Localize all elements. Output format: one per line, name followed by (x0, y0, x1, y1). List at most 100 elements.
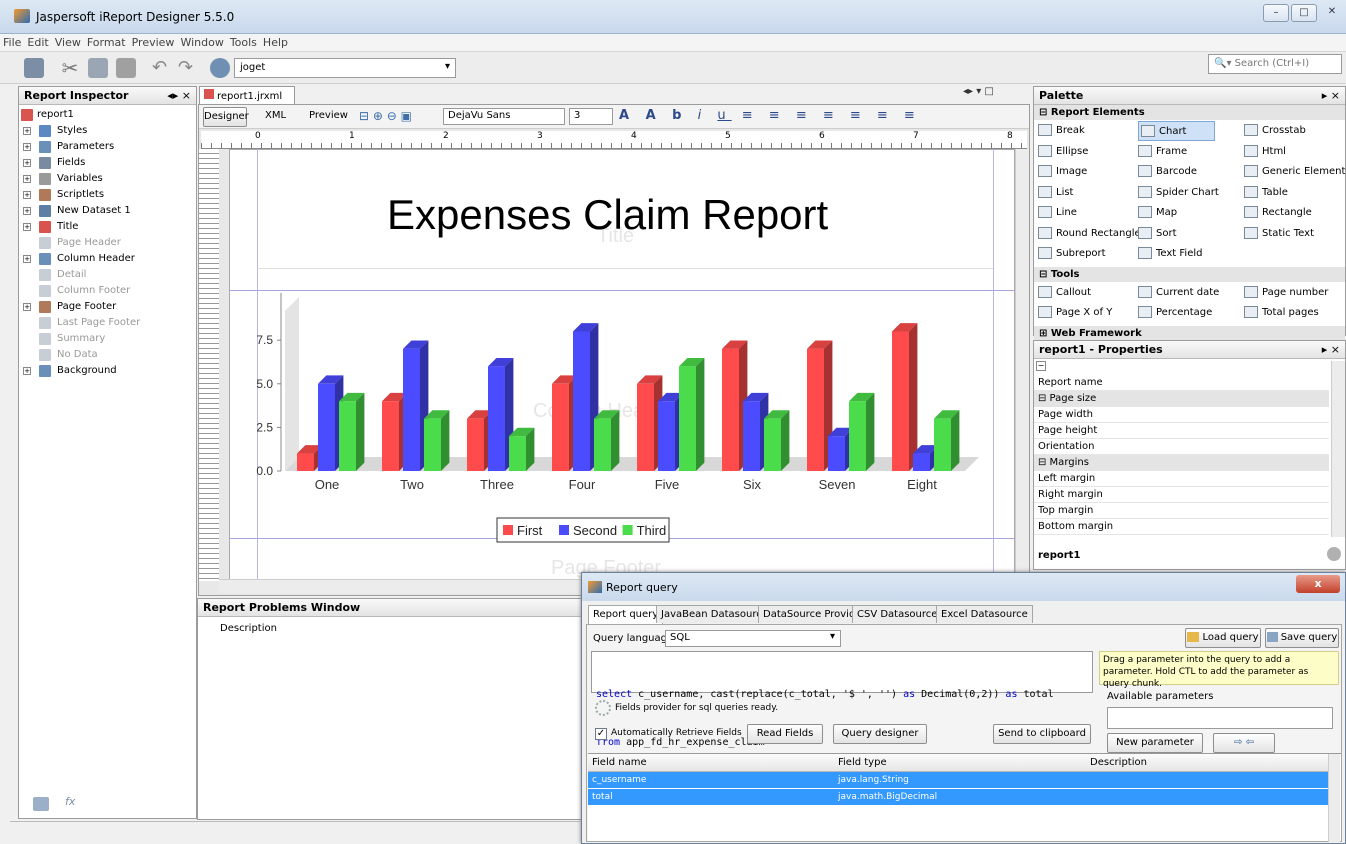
cut-icon[interactable]: ✂ (60, 58, 80, 78)
property-report-name[interactable]: Report name (1034, 375, 1329, 391)
inspector-item-background[interactable]: + Background (19, 363, 196, 379)
maximize-button[interactable]: □ (1291, 4, 1317, 22)
expand-icon[interactable]: + (23, 303, 31, 311)
palette-item-percentage[interactable]: Percentage (1138, 303, 1212, 323)
palette-section-report-elements[interactable]: ⊟ Report Elements (1034, 105, 1345, 120)
redo-icon[interactable]: ↷ (178, 58, 198, 78)
menu-preview[interactable]: Preview (129, 34, 178, 51)
menu-format[interactable]: Format (84, 34, 129, 51)
palette-item-subreport[interactable]: Subreport (1038, 244, 1106, 264)
close-icon[interactable]: ▸ × (1322, 343, 1340, 356)
menu-help[interactable]: Help (260, 34, 291, 51)
minimize-button[interactable]: – (1263, 4, 1289, 22)
table-row[interactable]: c_username java.lang.String (588, 772, 1328, 788)
palette-item-total-pages[interactable]: Total pages (1244, 303, 1319, 323)
tab-report-query[interactable]: Report query (588, 605, 664, 624)
query-designer-button[interactable]: Query designer (833, 724, 927, 744)
save-icon[interactable] (24, 58, 44, 78)
expand-icon[interactable]: + (23, 207, 31, 215)
field-type-column[interactable]: Field type (838, 757, 887, 768)
inspector-item-title[interactable]: + Title (19, 219, 196, 235)
palette-item-html[interactable]: Html (1244, 142, 1286, 162)
inspector-item-new-dataset-1[interactable]: + New Dataset 1 (19, 203, 196, 219)
properties-collapse-icon[interactable]: − (1036, 361, 1046, 371)
expand-icon[interactable]: + (23, 127, 31, 135)
datasource-select[interactable]: joget ▾ (234, 58, 456, 78)
report-title-text[interactable]: Expenses Claim Report (387, 191, 828, 239)
expand-icon[interactable]: + (23, 143, 31, 151)
tab-javabean-datasource[interactable]: JavaBean Datasource (656, 605, 773, 623)
expand-icon[interactable]: + (23, 175, 31, 183)
designer-mode-button[interactable]: Designer (203, 107, 249, 127)
sql-editor[interactable]: select c_username, cast(replace(c_total,… (591, 651, 1093, 748)
palette-item-line[interactable]: Line (1038, 203, 1077, 223)
inspector-item-parameters[interactable]: + Parameters (19, 139, 196, 155)
expand-icon[interactable]: + (23, 223, 31, 231)
help-icon[interactable] (1327, 547, 1341, 561)
new-parameter-button[interactable]: New parameter (1107, 733, 1203, 753)
property-bottom-margin[interactable]: Bottom margin (1034, 519, 1329, 535)
palette-item-rectangle[interactable]: Rectangle (1244, 203, 1312, 223)
palette-item-break[interactable]: Break (1038, 121, 1085, 141)
send-to-clipboard-button[interactable]: Send to clipboard (993, 724, 1091, 744)
palette-item-current-date[interactable]: Current date (1138, 283, 1219, 303)
save-query-button[interactable]: Save query (1265, 628, 1339, 648)
query-language-select[interactable]: SQL ▾ (665, 630, 841, 647)
font-select[interactable]: DejaVu Sans (443, 108, 565, 125)
menu-window[interactable]: Window (177, 34, 226, 51)
expand-icon[interactable]: + (23, 255, 31, 263)
property-page-height[interactable]: Page height (1034, 423, 1329, 439)
property-left-margin[interactable]: Left margin (1034, 471, 1329, 487)
inspector-item-column-footer[interactable]: Column Footer (19, 283, 196, 299)
editor-tab[interactable]: report1.jrxml × (199, 86, 295, 113)
palette-item-spider-chart[interactable]: Spider Chart (1138, 183, 1219, 203)
inspector-item-detail[interactable]: Detail (19, 267, 196, 283)
inspector-item-no-data[interactable]: No Data (19, 347, 196, 363)
tab-csv-datasource[interactable]: CSV Datasource (852, 605, 943, 623)
param-move-buttons[interactable]: ⇨ ⇦ (1213, 733, 1275, 753)
expand-icon[interactable]: + (23, 191, 31, 199)
palette-item-round-rectangle[interactable]: Round Rectangle (1038, 224, 1141, 244)
zoom-icons[interactable]: ⊟ ⊕ ⊖ ▣ (359, 109, 412, 123)
fields-table-scrollbar[interactable] (1328, 754, 1340, 842)
vertical-scrollbar[interactable] (1015, 149, 1029, 581)
copy-icon[interactable] (88, 58, 108, 78)
format-icons[interactable]: A A b i u ≡ ≡ ≡ ≡ ≡ ≡ ≡ (619, 108, 921, 123)
bar-chart[interactable]: 0.0 2.5 5.0 7.5 One Two Three Four Five Six Seven E… (239, 293, 1009, 543)
palette-item-text-field[interactable]: Text Field (1138, 244, 1202, 264)
close-icon[interactable]: ▸ × (1322, 89, 1340, 102)
inspector-item-fields[interactable]: + Fields (19, 155, 196, 171)
search-input[interactable]: 🔍▾ Search (Ctrl+I) (1208, 54, 1342, 74)
field-name-column[interactable]: Field name (592, 757, 647, 768)
tab-excel-datasource[interactable]: Excel Datasource (936, 605, 1033, 623)
expand-icon[interactable]: + (23, 159, 31, 167)
inspector-item-page-footer[interactable]: + Page Footer (19, 299, 196, 315)
close-window-button[interactable]: ✕ (1319, 4, 1345, 22)
properties-scrollbar[interactable] (1331, 361, 1345, 537)
property-section-page-size[interactable]: ⊟ Page size (1034, 391, 1329, 407)
table-row[interactable]: total java.math.BigDecimal (588, 789, 1328, 805)
property-page-width[interactable]: Page width (1034, 407, 1329, 423)
palette-item-static-text[interactable]: Static Text (1244, 224, 1314, 244)
palette-item-ellipse[interactable]: Ellipse (1038, 142, 1088, 162)
inspector-item-column-header[interactable]: + Column Header (19, 251, 196, 267)
palette-item-crosstab[interactable]: Crosstab (1244, 121, 1306, 141)
property-orientation[interactable]: Orientation (1034, 439, 1329, 455)
editor-nav-buttons[interactable]: ◂▸ ▾ □ (963, 86, 1029, 102)
property-section-margins[interactable]: ⊟ Margins (1034, 455, 1329, 471)
paste-icon[interactable] (116, 58, 136, 78)
property-right-margin[interactable]: Right margin (1034, 487, 1329, 503)
palette-item-page-x-of-y[interactable]: Page X of Y (1038, 303, 1112, 323)
dialog-close-button[interactable]: x (1296, 575, 1340, 593)
palette-item-chart[interactable]: Chart (1138, 121, 1216, 141)
add-variable-icon[interactable]: fx (65, 795, 75, 808)
palette-section-web-framework[interactable]: ⊞ Web Framework (1034, 325, 1345, 341)
inspector-item-report1[interactable]: report1 (19, 107, 196, 123)
preview-mode-button[interactable]: Preview (309, 110, 348, 121)
palette-item-list[interactable]: List (1038, 183, 1073, 203)
font-size-select[interactable]: 3 (569, 108, 613, 125)
undo-icon[interactable]: ↶ (152, 58, 172, 78)
datasource-icon[interactable] (210, 58, 230, 78)
palette-item-table[interactable]: Table (1244, 183, 1288, 203)
inspector-item-variables[interactable]: + Variables (19, 171, 196, 187)
